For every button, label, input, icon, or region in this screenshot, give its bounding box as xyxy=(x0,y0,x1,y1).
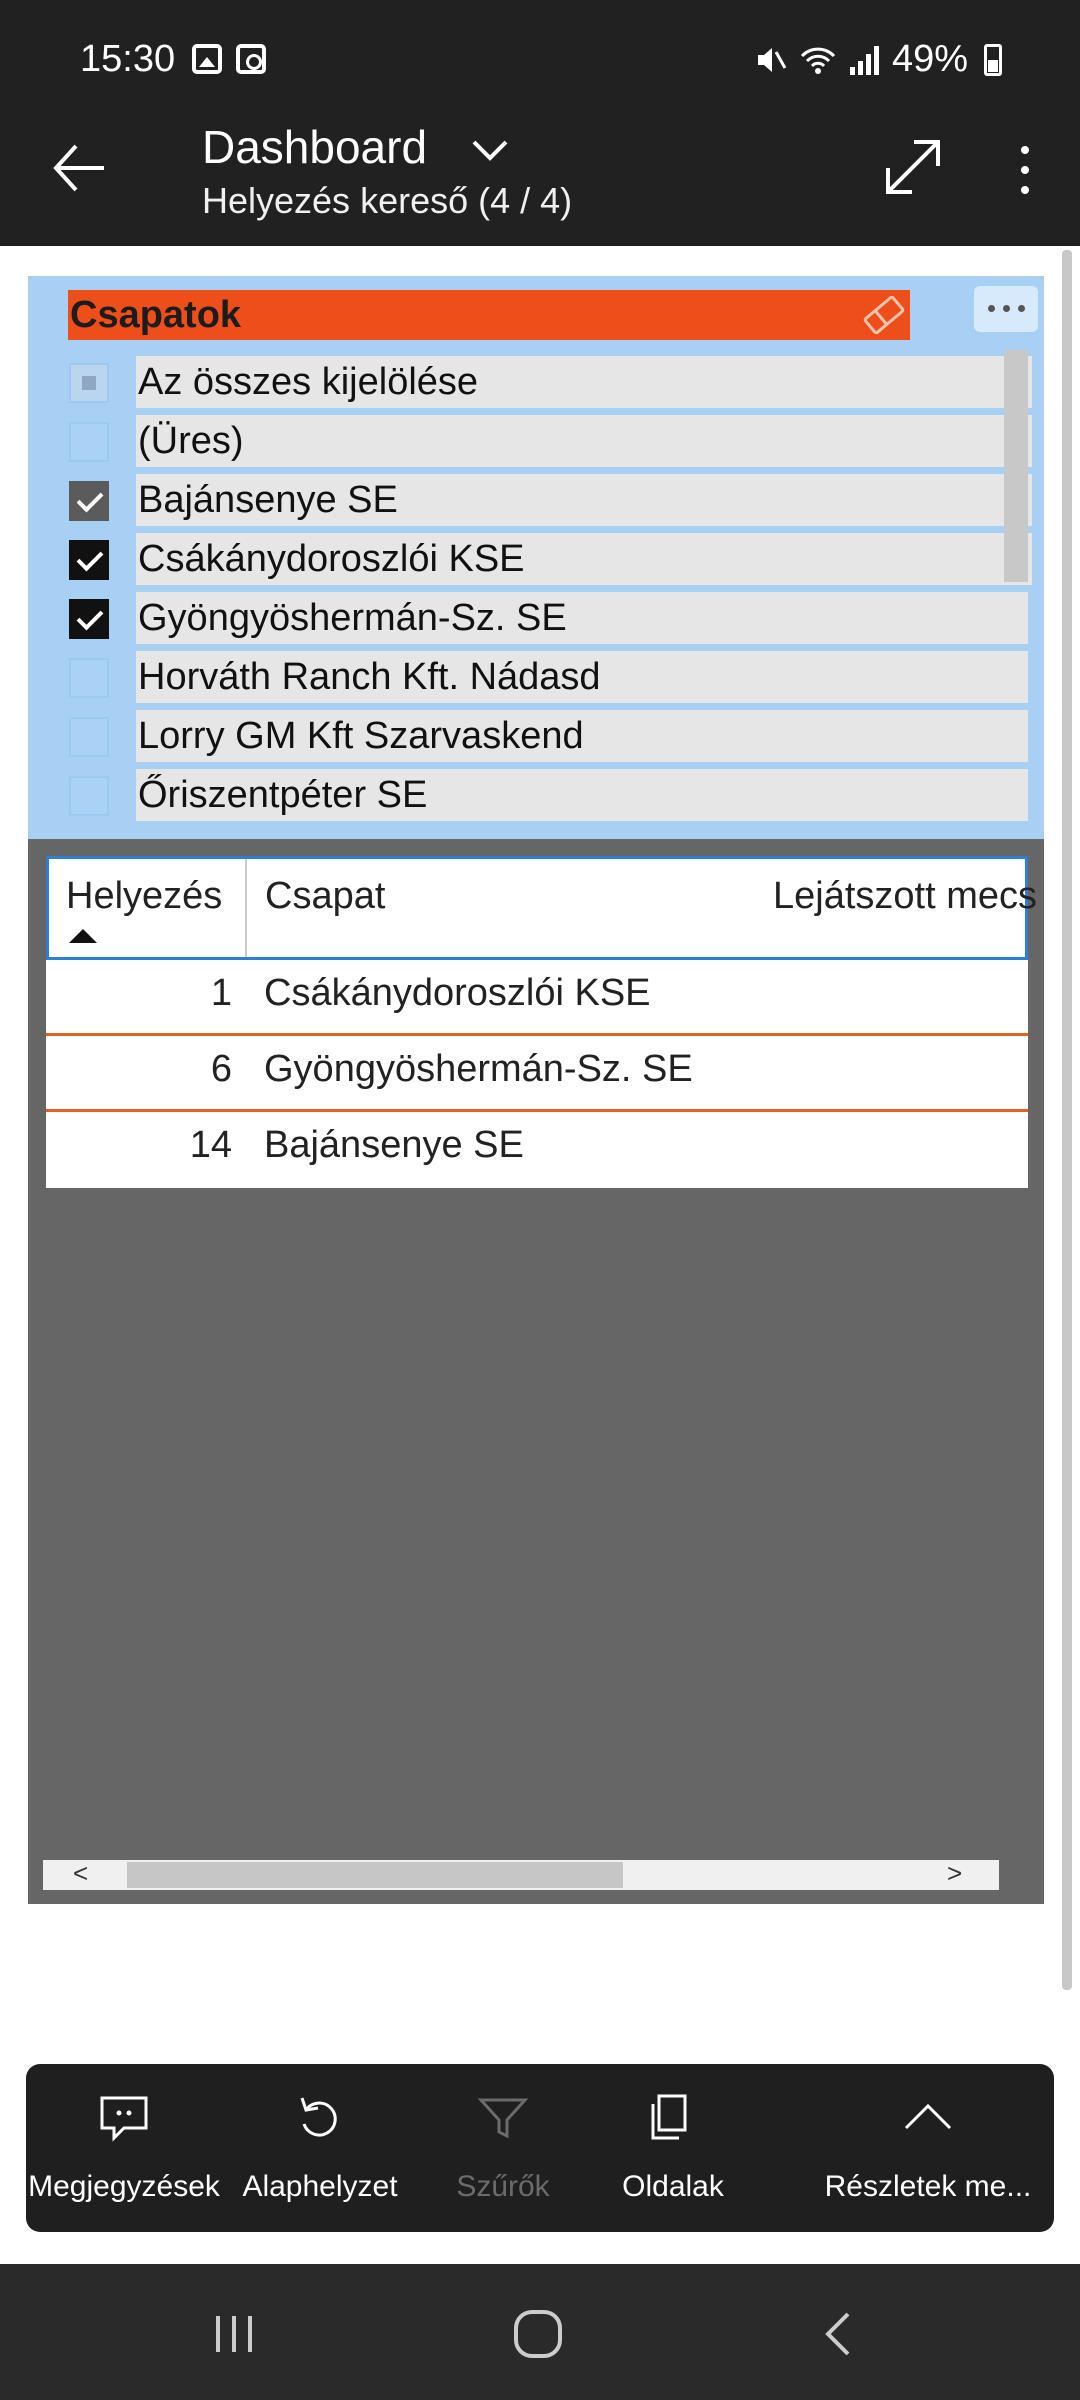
sort-ascending-icon xyxy=(69,929,97,943)
checkbox[interactable] xyxy=(69,363,109,403)
chevron-up-icon xyxy=(904,2103,952,2130)
checkbox[interactable] xyxy=(69,717,109,757)
filter-icon xyxy=(477,2098,529,2139)
recent-apps-icon[interactable] xyxy=(204,2304,264,2364)
slicer-item-select-all[interactable]: Az összes kijelölése xyxy=(28,350,1044,408)
slicer-item-bajansenye[interactable]: Bajánsenye SE xyxy=(28,468,1044,526)
more-details-button[interactable]: Részletek me... xyxy=(820,2064,1036,2232)
horizontal-scrollbar[interactable]: < > xyxy=(43,1858,999,1890)
cell-rank: 6 xyxy=(210,1048,232,1090)
scroll-right-icon[interactable]: > xyxy=(947,1858,962,1889)
slicer-item-csakanydoroszloi[interactable]: Csákánydoroszlói KSE xyxy=(28,527,1044,585)
app-bar: Dashboard Helyezés kereső (4 / 4) xyxy=(0,120,1080,246)
table-row[interactable]: 14 Bajánsenye SE xyxy=(46,1112,1028,1188)
bottom-toolbar: Megjegyzések Alaphelyzet Szűrők Oldalak … xyxy=(26,2064,1054,2232)
slicer-item-label: (Üres) xyxy=(136,415,1032,467)
reset-button[interactable]: Alaphelyzet xyxy=(222,2064,418,2232)
slicer-item-horvath-ranch[interactable]: Horváth Ranch Kft. Nádasd xyxy=(28,645,1044,703)
image-icon xyxy=(192,44,222,74)
checkbox[interactable] xyxy=(69,481,109,521)
team-slicer: Csapatok Az összes kijelölése (Üres) Baj… xyxy=(28,276,1044,839)
cell-rank: 1 xyxy=(210,972,232,1014)
checkbox[interactable] xyxy=(69,776,109,816)
cell-rank: 14 xyxy=(189,1124,232,1166)
checkbox[interactable] xyxy=(69,658,109,698)
table-row[interactable]: 1 Csákánydoroszlói KSE xyxy=(46,960,1028,1036)
slicer-item-empty[interactable]: (Üres) xyxy=(28,409,1044,467)
page-subtitle: Helyezés kereső (4 / 4) xyxy=(202,180,573,221)
checkbox[interactable] xyxy=(69,540,109,580)
scrollbar-thumb[interactable] xyxy=(127,1862,623,1888)
home-icon[interactable] xyxy=(508,2304,568,2364)
slicer-item-label: Gyöngyöshermán-Sz. SE xyxy=(136,592,1028,644)
report-canvas: Csapatok Az összes kijelölése (Üres) Baj… xyxy=(28,276,1044,1904)
slicer-item-label: Lorry GM Kft Szarvaskend xyxy=(136,710,1028,762)
checkbox[interactable] xyxy=(69,422,109,462)
battery-percent: 49% xyxy=(891,38,968,80)
slicer-item-oriszentpeter[interactable]: Őriszentpéter SE xyxy=(28,763,1044,821)
cell-team: Gyöngyöshermán-Sz. SE xyxy=(264,1048,693,1090)
scroll-left-icon[interactable]: < xyxy=(73,1858,88,1889)
pages-button[interactable]: Oldalak xyxy=(588,2064,758,2232)
battery-icon xyxy=(984,43,1002,76)
slicer-item-gyongyoserman[interactable]: Gyöngyöshermán-Sz. SE xyxy=(28,586,1044,644)
chevron-down-icon[interactable] xyxy=(468,128,512,172)
slicer-header: Csapatok xyxy=(68,290,910,340)
ranking-table: Helyezés Csapat Lejátszott mecs 1 Csákán… xyxy=(46,856,1037,1188)
more-options-button[interactable] xyxy=(974,286,1038,332)
mute-icon xyxy=(757,47,787,72)
back-arrow-icon[interactable] xyxy=(48,136,112,200)
eraser-icon[interactable] xyxy=(860,294,908,336)
comments-button[interactable]: Megjegyzések xyxy=(26,2064,222,2232)
table-header: Helyezés Csapat Lejátszott mecs xyxy=(46,856,1037,960)
page-scrollbar[interactable] xyxy=(1062,250,1072,1990)
slicer-scrollbar[interactable] xyxy=(1004,350,1028,582)
toolbar-label: Szűrők xyxy=(456,2170,550,2203)
system-nav-bar xyxy=(0,2264,1080,2400)
toolbar-label: Részletek me... xyxy=(824,2170,1032,2203)
slicer-item-label: Az összes kijelölése xyxy=(136,356,1032,408)
signal-icon xyxy=(849,45,879,75)
slicer-item-label: Őriszentpéter SE xyxy=(136,769,1028,821)
cell-team: Csákánydoroszlói KSE xyxy=(264,972,651,1014)
comment-icon xyxy=(100,2096,148,2142)
pages-icon xyxy=(651,2094,687,2140)
page-title[interactable]: Dashboard xyxy=(202,120,427,174)
column-header-rank[interactable]: Helyezés xyxy=(49,859,247,957)
slicer-item-label: Horváth Ranch Kft. Nádasd xyxy=(136,651,1028,703)
screenshot-icon xyxy=(236,44,266,74)
slicer-title: Csapatok xyxy=(70,294,242,336)
toolbar-label: Megjegyzések xyxy=(28,2170,220,2203)
status-time: 15:30 xyxy=(80,38,176,80)
column-header-label: Csapat xyxy=(265,875,386,917)
slicer-item-lorry-gm[interactable]: Lorry GM Kft Szarvaskend xyxy=(28,704,1044,762)
expand-icon[interactable] xyxy=(878,132,948,202)
back-icon[interactable] xyxy=(810,2304,870,2364)
slicer-item-label: Bajánsenye SE xyxy=(136,474,1032,526)
wifi-icon xyxy=(800,47,836,74)
more-options-icon[interactable] xyxy=(1010,140,1040,200)
filters-button[interactable]: Szűrők xyxy=(418,2064,588,2232)
table-row[interactable]: 6 Gyöngyöshermán-Sz. SE xyxy=(46,1036,1028,1112)
column-header-label: Helyezés xyxy=(66,875,223,917)
status-bar: 15:30 49% xyxy=(0,0,1080,120)
column-header-label: Lejátszott mecs xyxy=(773,875,1037,917)
cell-team: Bajánsenye SE xyxy=(264,1124,524,1166)
slicer-item-label: Csákánydoroszlói KSE xyxy=(136,533,1032,585)
toolbar-label: Alaphelyzet xyxy=(242,2170,398,2203)
toolbar-label: Oldalak xyxy=(622,2170,724,2203)
reset-icon xyxy=(300,2097,337,2137)
checkbox[interactable] xyxy=(69,599,109,639)
